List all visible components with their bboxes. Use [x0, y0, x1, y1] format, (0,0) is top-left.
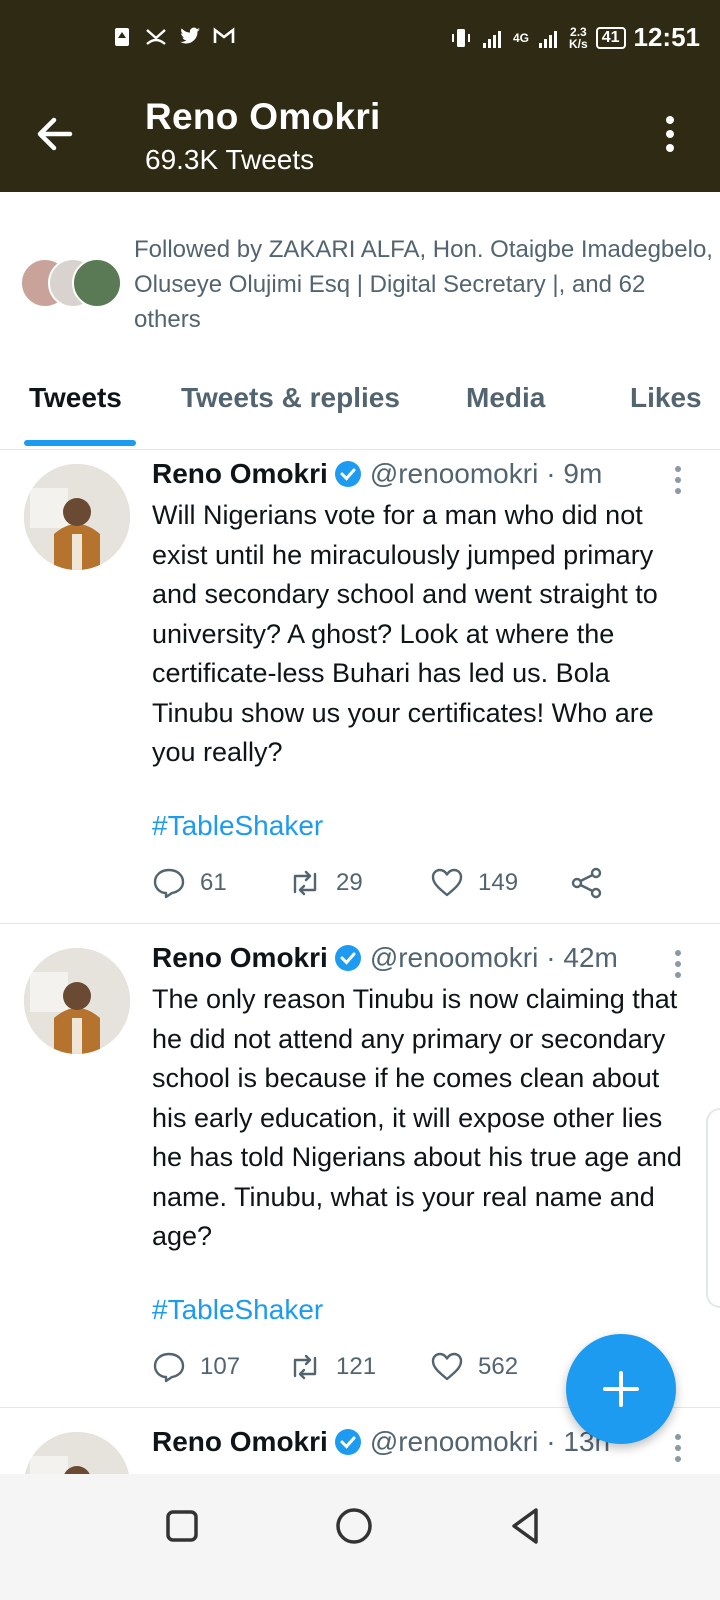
retweet-button[interactable]: 121	[288, 1350, 430, 1384]
tab-tweets-replies[interactable]: Tweets & replies	[181, 382, 400, 414]
author-handle: @renoomokri	[369, 942, 539, 973]
compose-tweet-button[interactable]	[566, 1334, 676, 1444]
status-bar: 4G 2.3 K/s 41 12:51	[0, 0, 720, 78]
notification-icon	[115, 28, 129, 46]
avatar[interactable]	[24, 464, 130, 570]
like-count: 562	[478, 1353, 519, 1380]
avatar[interactable]	[24, 1432, 130, 1474]
retweet-icon	[293, 870, 317, 896]
author-handle: @renoomokri	[369, 1426, 539, 1457]
reply-count: 61	[200, 869, 227, 896]
follower-avatar	[72, 258, 122, 308]
network-speed: 2.3 K/s	[569, 26, 588, 50]
tweet-count: 69.3K Tweets	[145, 144, 315, 175]
tweet-more-icon[interactable]	[674, 1434, 682, 1462]
reply-button[interactable]: 107	[152, 1350, 288, 1384]
speed-unit: K/s	[569, 36, 588, 51]
missed-call-icon	[146, 29, 166, 45]
clock: 12:51	[633, 22, 701, 52]
avatar[interactable]	[24, 948, 130, 1054]
tweet-header: Reno Omokri @renoomokri · 42m	[152, 942, 618, 974]
reply-icon	[153, 1352, 185, 1383]
profile-header: Reno Omokri 69.3K Tweets	[0, 78, 720, 192]
tweet-text: Will Nigerians vote for a man who did no…	[152, 500, 658, 767]
tab-tweets[interactable]: Tweets	[29, 382, 122, 414]
like-count: 149	[478, 869, 519, 896]
network-type: 4G	[513, 30, 530, 45]
tweet-more-icon[interactable]	[674, 466, 682, 494]
speed-value: 2.3	[570, 24, 587, 39]
tweet-actions: 61 29 149	[152, 866, 604, 900]
side-panel-handle[interactable]	[706, 1108, 720, 1308]
reply-count: 107	[200, 1353, 241, 1380]
signal-icon-2	[539, 30, 558, 48]
twitter-icon	[180, 27, 200, 44]
home-icon[interactable]	[332, 1504, 376, 1548]
followed-by-row[interactable]: Followed by ZAKARI ALFA, Hon. Otaigbe Im…	[0, 230, 720, 340]
tweet[interactable]: Reno Omokri @renoomokri · 9m Will Nigeri…	[0, 440, 720, 924]
reply-icon	[153, 868, 185, 899]
back-arrow-icon[interactable]	[30, 108, 82, 160]
heart-icon	[431, 868, 463, 897]
page-title: Reno Omokri	[145, 96, 381, 137]
plus-icon	[603, 1371, 639, 1407]
verified-badge-icon	[334, 1429, 361, 1455]
tweet-more-icon[interactable]	[674, 950, 682, 978]
tweet-actions: 107 121 562	[152, 1350, 570, 1384]
tweet-time: · 9m	[546, 458, 603, 489]
followed-by-text: Followed by ZAKARI ALFA, Hon. Otaigbe Im…	[134, 236, 713, 333]
tweet-time: · 42m	[546, 942, 618, 973]
heart-icon	[431, 1352, 463, 1381]
like-button[interactable]: 149	[430, 866, 570, 900]
status-right-icons: 4G 2.3 K/s 41 12:51	[449, 22, 700, 53]
retweet-count: 121	[336, 1353, 377, 1380]
author-name[interactable]: Reno Omokri	[152, 458, 328, 490]
share-icon[interactable]	[570, 866, 604, 900]
system-nav-bar	[0, 1474, 720, 1600]
signal-icon	[483, 30, 501, 48]
recent-apps-icon[interactable]	[160, 1504, 204, 1548]
tweet-header: Reno Omokri @renoomokri · 9m	[152, 458, 602, 490]
verified-badge-icon	[334, 945, 361, 971]
tweet-text: The only reason Tinubu is now claiming t…	[152, 984, 682, 1251]
gmail-icon	[213, 27, 235, 43]
more-options-icon[interactable]	[660, 114, 680, 154]
hashtag-link[interactable]: #TableShaker	[152, 810, 323, 842]
like-button[interactable]: 562	[430, 1350, 570, 1384]
back-icon[interactable]	[504, 1504, 548, 1548]
author-name[interactable]: Reno Omokri	[152, 942, 328, 974]
status-left-icons	[110, 24, 236, 48]
retweet-icon	[293, 1354, 317, 1380]
hashtag-link[interactable]: #TableShaker	[152, 1294, 323, 1326]
author-handle: @renoomokri	[369, 458, 539, 489]
tab-likes[interactable]: Likes	[630, 382, 702, 414]
reply-button[interactable]: 61	[152, 866, 288, 900]
battery-icon: 41	[595, 26, 626, 49]
vibrate-icon	[452, 28, 470, 47]
retweet-count: 29	[336, 869, 363, 896]
tweet-header: Reno Omokri @renoomokri · 13h	[152, 1426, 610, 1458]
retweet-button[interactable]: 29	[288, 866, 430, 900]
tab-media[interactable]: Media	[466, 382, 545, 414]
profile-tabs: Tweets Tweets & replies Media Likes	[0, 370, 720, 450]
verified-badge-icon	[334, 461, 361, 487]
author-name[interactable]: Reno Omokri	[152, 1426, 328, 1458]
